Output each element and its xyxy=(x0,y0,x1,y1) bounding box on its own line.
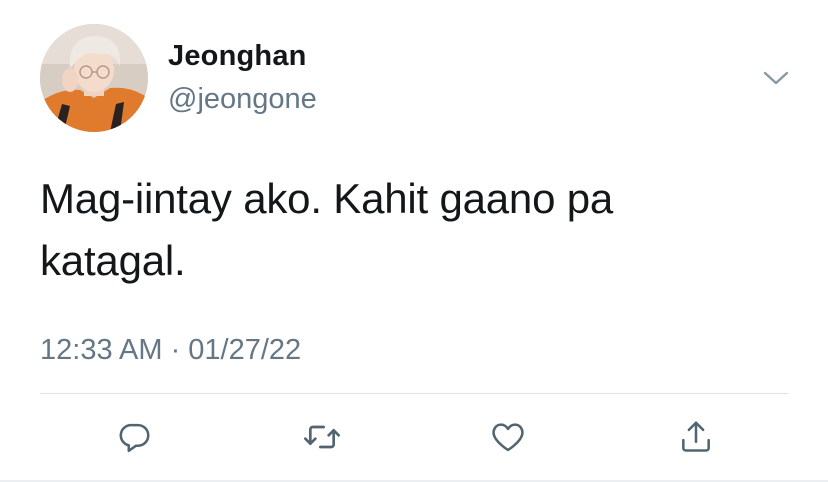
divider xyxy=(40,393,788,394)
author-name[interactable]: Jeonghan xyxy=(168,40,307,73)
reply-button[interactable] xyxy=(104,412,164,462)
reply-icon xyxy=(119,423,150,453)
author-handle[interactable]: @jeongone xyxy=(168,83,317,116)
retweet-button[interactable] xyxy=(292,412,352,462)
chevron-down-icon xyxy=(763,71,789,85)
tweet-menu-button[interactable] xyxy=(752,60,800,96)
heart-icon xyxy=(492,423,524,452)
avatar-image xyxy=(40,24,148,132)
action-bar xyxy=(0,412,828,462)
tweet-text: Mag-iintay ako. Kahit gaano pa katagal. xyxy=(40,168,780,292)
share-icon xyxy=(682,421,710,452)
tweet-text-line: katagal. xyxy=(40,237,186,284)
tweet-text-line: Mag-iintay ako. Kahit gaano pa xyxy=(40,175,614,222)
tweet-card: Jeonghan @jeongone Mag-iintay ako. Kahit… xyxy=(0,0,828,482)
tweet-timestamp[interactable]: 12:33 AM · 01/27/22 xyxy=(40,334,301,367)
avatar[interactable] xyxy=(40,24,148,132)
retweet-icon xyxy=(304,425,340,449)
share-button[interactable] xyxy=(666,412,726,462)
like-button[interactable] xyxy=(478,412,538,462)
